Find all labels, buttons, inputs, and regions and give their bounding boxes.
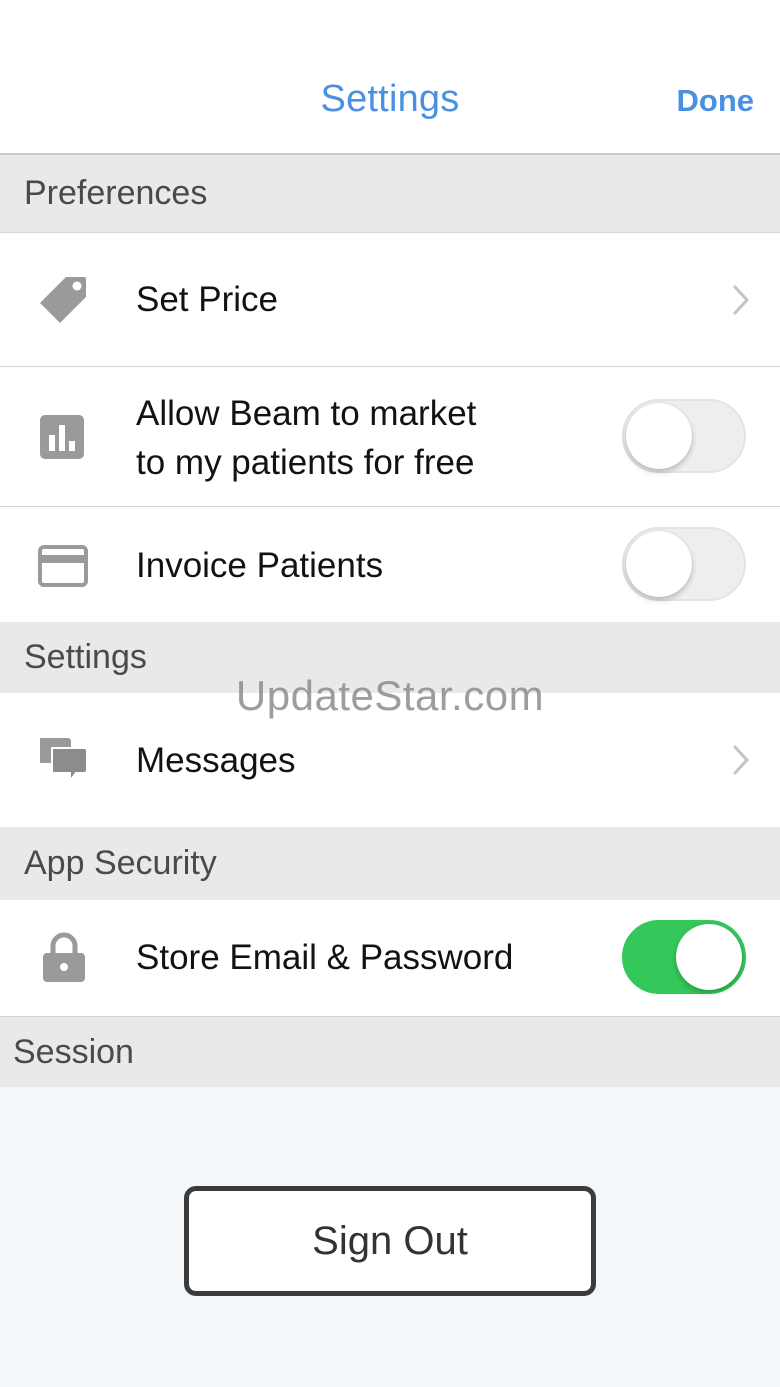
- allow-beam-label-line1: Allow Beam to market: [136, 394, 477, 433]
- section-header-app-security: App Security: [0, 827, 780, 900]
- store-credentials-row: Store Email & Password: [0, 900, 780, 1016]
- price-tag-icon: [38, 273, 90, 325]
- credit-card-icon: [38, 540, 90, 592]
- chat-bubbles-icon: [38, 734, 90, 786]
- bar-chart-icon: [38, 411, 90, 463]
- allow-beam-label: Allow Beam to market to my patients for …: [136, 389, 476, 487]
- allow-beam-marketing-row: Allow Beam to market to my patients for …: [0, 366, 780, 506]
- page-title: Settings: [320, 78, 460, 120]
- set-price-label: Set Price: [136, 280, 278, 319]
- allow-beam-toggle[interactable]: [622, 399, 746, 473]
- messages-label: Messages: [136, 741, 296, 780]
- navigation-bar: Settings Done: [0, 0, 780, 155]
- lock-icon: [38, 932, 90, 984]
- sign-out-button[interactable]: Sign Out: [184, 1186, 596, 1296]
- store-credentials-label: Store Email & Password: [136, 938, 514, 977]
- toggle-knob: [626, 531, 692, 597]
- allow-beam-label-line2: to my patients for free: [136, 443, 475, 482]
- store-credentials-toggle[interactable]: [622, 920, 746, 994]
- section-header-preferences: Preferences: [0, 155, 780, 232]
- done-button[interactable]: Done: [677, 83, 755, 119]
- toggle-knob: [676, 924, 742, 990]
- invoice-patients-label: Invoice Patients: [136, 546, 384, 585]
- invoice-patients-row: Invoice Patients: [0, 506, 780, 622]
- set-price-row[interactable]: Set Price: [0, 232, 780, 366]
- messages-row[interactable]: Messages: [0, 693, 780, 827]
- toggle-knob: [626, 403, 692, 469]
- section-header-settings: Settings: [0, 622, 780, 693]
- section-header-session: Session: [0, 1016, 780, 1087]
- chevron-right-icon: [732, 744, 750, 776]
- chevron-right-icon: [732, 284, 750, 316]
- invoice-patients-toggle[interactable]: [622, 527, 746, 601]
